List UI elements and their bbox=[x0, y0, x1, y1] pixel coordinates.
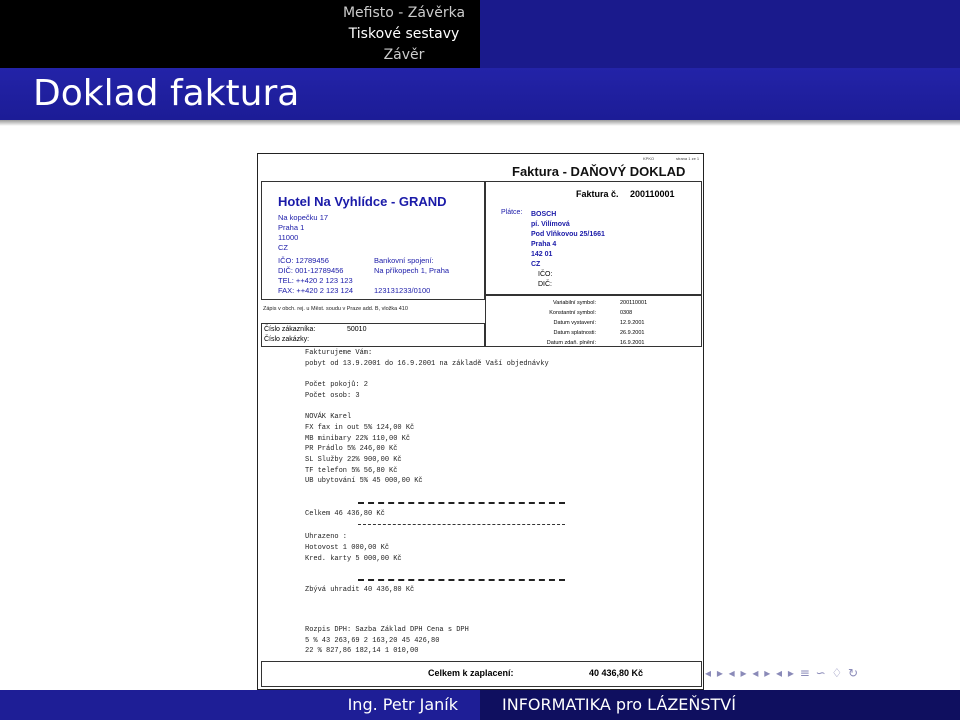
hotel-box: Hotel Na Vyhlídce - GRAND Na kopečku 17 … bbox=[261, 181, 485, 300]
customer-no: 50010 bbox=[347, 326, 367, 333]
nav-item-zaver[interactable]: Závěr bbox=[328, 45, 480, 66]
invoice-small-code: KPKO bbox=[643, 156, 655, 161]
invoice-items: Fakturujeme Vám: pobyt od 13.9.2001 do 16… bbox=[305, 349, 549, 486]
customer-box: Číslo zákazníka: 50010 Číslo zakázky: bbox=[261, 323, 485, 347]
vat-breakdown: Rozpis DPH: Sazba Základ DPH Cena s DPH … bbox=[305, 626, 469, 655]
invoice-page-info: strana 1 ze 1 bbox=[676, 156, 700, 161]
hotel-address: Na kopečku 17 Praha 1 11000 CZ bbox=[278, 213, 329, 252]
registry-note: Zápis v obch. rej. u Měst. soudu v Praze… bbox=[263, 306, 408, 312]
header-left-panel bbox=[0, 0, 328, 68]
grand-total-label: Celkem k zaplacení: bbox=[428, 668, 514, 678]
paid-lines: Uhrazeno : Hotovost 1 000,00 Kč Kred. ka… bbox=[305, 533, 402, 563]
beamer-nav-icons[interactable]: ◂ ▸ ◂ ▸ ◂ ▸ ◂ ▸ ≡ ∽ ♢ ↻ bbox=[705, 666, 859, 680]
grand-total-box: Celkem k zaplacení: 40 436,80 Kč bbox=[261, 661, 702, 687]
footer-author: Ing. Petr Janík bbox=[0, 690, 480, 720]
rule-1 bbox=[358, 502, 565, 504]
symbols-box: Variabilní symbol: Konstantní symbol: Da… bbox=[485, 295, 702, 347]
invoice-number-label: Faktura č. bbox=[576, 189, 619, 199]
header-right-panel bbox=[480, 0, 960, 68]
remaining-line: Zbývá uhradit 40 436,80 Kč bbox=[305, 586, 415, 594]
slide-title: Doklad faktura bbox=[0, 68, 960, 120]
bank-info: Bankovní spojení: Na příkopech 1, Praha … bbox=[374, 256, 450, 295]
footer-course: INFORMATIKA pro LÁZEŇSTVÍ bbox=[480, 690, 960, 720]
symbols-values: 200110001 0308 12.9.2001 26.9.2001 16.9.… bbox=[620, 300, 648, 346]
hotel-name: Hotel Na Vyhlídce - GRAND bbox=[278, 194, 447, 209]
invoice-document: KPKO strana 1 ze 1 Faktura - DAŇOVÝ DOKL… bbox=[257, 153, 704, 690]
nav-item-tiskove-sestavy[interactable]: Tiskové sestavy bbox=[328, 24, 480, 45]
total-line: Celkem 46 436,80 Kč bbox=[305, 510, 385, 518]
rule-2 bbox=[358, 524, 565, 525]
hotel-ids: IČO: 12789456 DIČ: 001-12789456 TEL: ++4… bbox=[278, 256, 354, 295]
grand-total-value: 40 436,80 Kč bbox=[589, 668, 644, 678]
order-no-label: Číslo zakázky: bbox=[264, 336, 310, 343]
rule-3 bbox=[358, 579, 565, 581]
nav-item-mefisto[interactable]: Mefisto - Závěrka bbox=[328, 3, 480, 24]
customer-no-label: Číslo zákazníka: bbox=[264, 326, 316, 333]
section-nav: Mefisto - Závěrka Tiskové sestavy Závěr bbox=[328, 0, 480, 68]
payer-box: Faktura č. 200110001 Plátce: BOSCH pí. V… bbox=[485, 181, 702, 295]
title-shadow bbox=[0, 120, 960, 126]
payer-label: Plátce: bbox=[501, 209, 523, 216]
payer-address: BOSCH pí. Vilímová Pod Vlňkovou 25/1661 … bbox=[531, 211, 605, 268]
invoice-doc-title: Faktura - DAŇOVÝ DOKLAD bbox=[512, 164, 686, 179]
symbols-labels: Variabilní symbol: Konstantní symbol: Da… bbox=[546, 300, 596, 346]
invoice-number: 200110001 bbox=[630, 189, 675, 199]
payer-ids: IČO: DIČ: bbox=[538, 271, 553, 288]
